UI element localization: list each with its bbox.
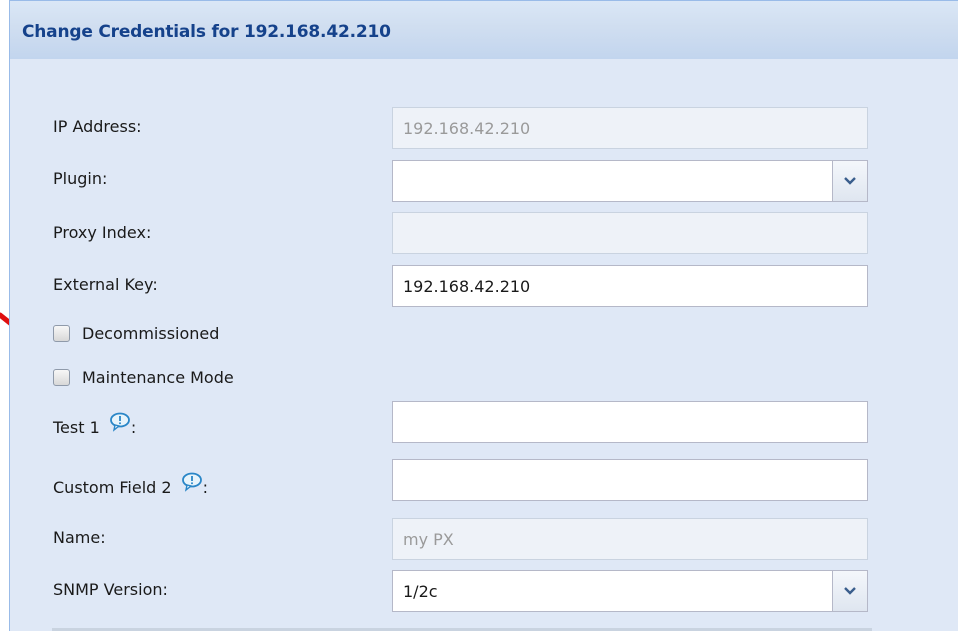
proxy-index-label: Proxy Index: bbox=[53, 223, 152, 242]
external-key-field[interactable]: 192.168.42.210 bbox=[392, 265, 868, 307]
plugin-select[interactable] bbox=[392, 160, 868, 202]
speech-bubble-icon[interactable] bbox=[181, 472, 203, 496]
panel-title: Change Credentials for 192.168.42.210 bbox=[22, 22, 391, 42]
custom-field2-label-suffix: : bbox=[202, 478, 209, 497]
speech-bubble-icon[interactable] bbox=[109, 412, 131, 436]
custom-field2-label-text: Custom Field 2 bbox=[53, 478, 172, 497]
test1-label-text: Test 1 bbox=[53, 418, 100, 437]
maintenance-mode-row[interactable]: Maintenance Mode bbox=[53, 368, 234, 387]
test1-label-suffix: : bbox=[130, 418, 137, 437]
chevron-down-icon bbox=[844, 587, 856, 595]
name-field: my PX bbox=[392, 518, 868, 560]
panel-header: Change Credentials for 192.168.42.210 bbox=[10, 1, 958, 60]
decommissioned-row[interactable]: Decommissioned bbox=[53, 324, 219, 343]
snmp-version-dropdown-trigger[interactable] bbox=[832, 571, 867, 611]
custom-field2-field[interactable] bbox=[392, 459, 868, 501]
decommissioned-label: Decommissioned bbox=[82, 324, 220, 343]
test1-label: Test 1 : bbox=[53, 412, 137, 437]
chevron-down-icon bbox=[844, 177, 856, 185]
snmp-version-select[interactable]: 1/2c bbox=[392, 570, 868, 612]
ip-address-field: 192.168.42.210 bbox=[392, 107, 868, 149]
maintenance-mode-checkbox[interactable] bbox=[53, 369, 70, 386]
custom-field2-label: Custom Field 2 : bbox=[53, 472, 209, 497]
maintenance-mode-label: Maintenance Mode bbox=[82, 368, 234, 387]
name-label: Name: bbox=[53, 528, 106, 547]
test1-field[interactable] bbox=[392, 401, 868, 443]
external-key-label: External Key: bbox=[53, 275, 158, 294]
snmp-version-label: SNMP Version: bbox=[53, 580, 168, 599]
plugin-label: Plugin: bbox=[53, 169, 108, 188]
decommissioned-checkbox[interactable] bbox=[53, 325, 70, 342]
snmp-version-value: 1/2c bbox=[403, 582, 438, 601]
plugin-dropdown-trigger[interactable] bbox=[832, 161, 867, 201]
ip-address-label: IP Address: bbox=[53, 117, 142, 136]
proxy-index-field bbox=[392, 212, 868, 254]
